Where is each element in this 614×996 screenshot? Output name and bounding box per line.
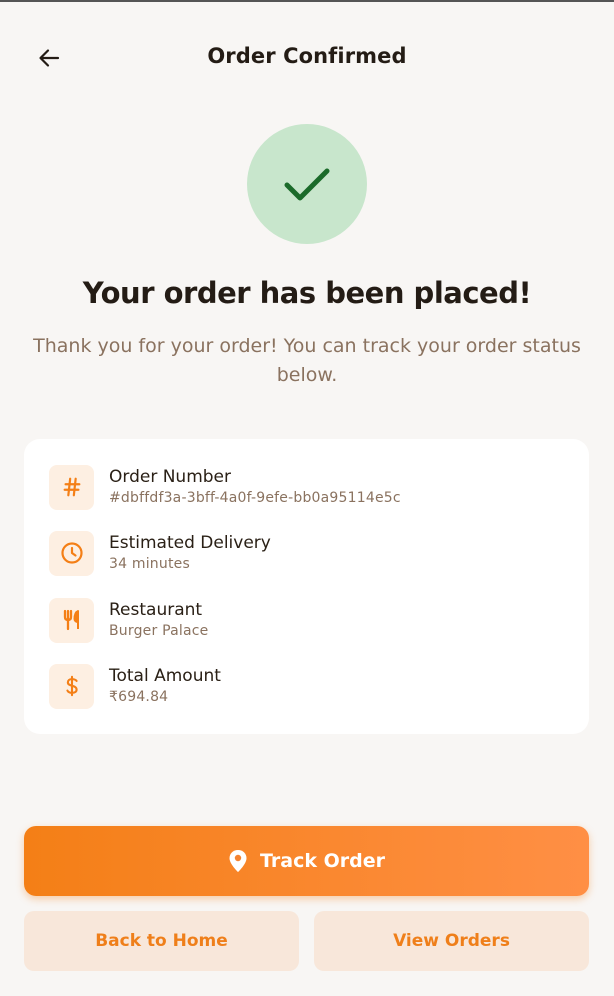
detail-value: #dbffdf3a-3bff-4a0f-9efe-bb0a95114e5c xyxy=(109,490,401,506)
detail-label: Total Amount xyxy=(109,666,221,686)
order-details-card: Order Number #dbffdf3a-3bff-4a0f-9efe-bb… xyxy=(24,439,589,734)
fork-knife-icon-box xyxy=(49,597,94,643)
detail-text: Total Amount ₹694.84 xyxy=(109,665,221,707)
detail-row-estimated-delivery: Estimated Delivery 34 minutes xyxy=(49,530,271,576)
detail-label: Restaurant xyxy=(109,600,203,620)
detail-text: Order Number #dbffdf3a-3bff-4a0f-9efe-bb… xyxy=(109,466,401,508)
map-pin-icon xyxy=(229,850,247,872)
detail-value: 34 minutes xyxy=(109,556,190,572)
detail-text: Restaurant Burger Palace xyxy=(109,599,208,641)
detail-row-order-number: Order Number #dbffdf3a-3bff-4a0f-9efe-bb… xyxy=(49,464,401,510)
detail-text: Estimated Delivery 34 minutes xyxy=(109,532,271,574)
track-order-button[interactable]: Track Order xyxy=(24,826,589,896)
clock-icon-box xyxy=(49,530,94,576)
detail-value: Burger Palace xyxy=(109,623,209,639)
dollar-icon-box xyxy=(49,663,94,709)
confirmation-message: Thank you for your order! You can track … xyxy=(33,335,581,386)
hash-icon-box xyxy=(49,464,94,510)
dollar-icon xyxy=(65,675,78,697)
back-to-home-button[interactable]: Back to Home xyxy=(24,911,299,971)
success-badge xyxy=(247,124,367,244)
checkmark-icon xyxy=(284,168,330,201)
track-order-label: Track Order xyxy=(260,850,385,872)
detail-label: Estimated Delivery xyxy=(109,533,271,553)
hash-icon xyxy=(63,477,80,497)
detail-row-total-amount: Total Amount ₹694.84 xyxy=(49,663,221,709)
header-bar: Order Confirmed xyxy=(0,36,614,80)
detail-value: ₹694.84 xyxy=(109,689,169,705)
detail-label: Order Number xyxy=(109,467,232,487)
view-orders-button[interactable]: View Orders xyxy=(314,911,589,971)
detail-row-restaurant: Restaurant Burger Palace xyxy=(49,597,208,643)
top-divider xyxy=(0,0,614,2)
clock-icon xyxy=(60,542,83,564)
page-title: Order Confirmed xyxy=(207,44,407,68)
fork-knife-icon xyxy=(63,609,79,631)
confirmation-headline: Your order has been placed! xyxy=(82,276,532,310)
